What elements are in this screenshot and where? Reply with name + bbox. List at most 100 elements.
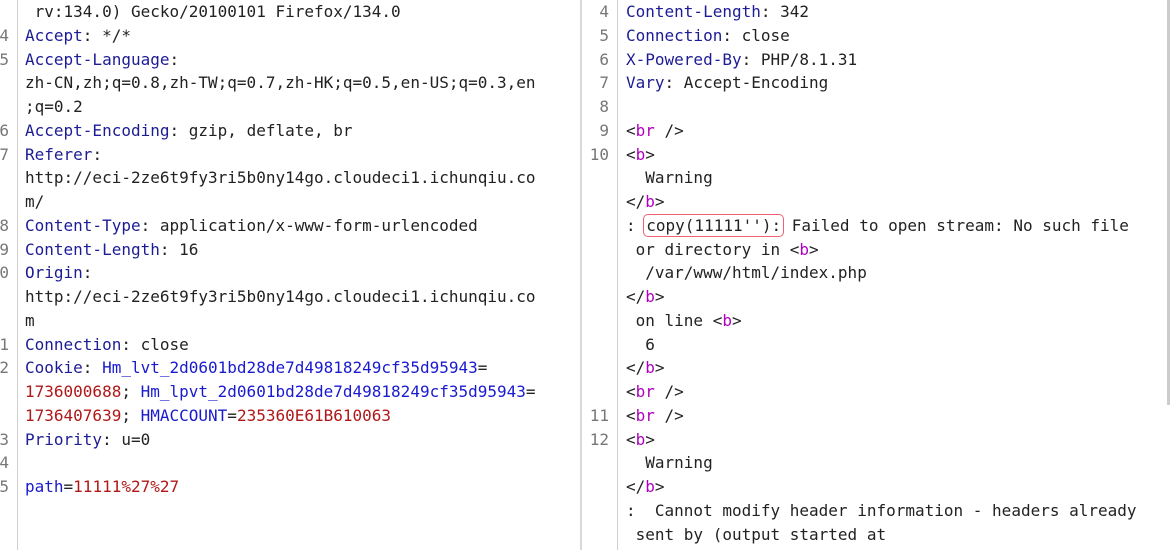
- request-editor[interactable]: rv:134.0) Gecko/20100101 Firefox/134.0 4 A…: [0, 0, 580, 550]
- line-text: Connection: close: [626, 24, 790, 48]
- line-text: <br />: [626, 404, 684, 428]
- code-line: 5 Connection: close: [582, 24, 1172, 48]
- token: =: [525, 382, 536, 401]
- code-line: sent by (output started at: [582, 523, 1172, 547]
- line-text: Content-Length: 342: [626, 0, 809, 24]
- token: b: [635, 429, 646, 449]
- response-viewer[interactable]: 4 Content-Length: 342 5 Connection: close 6 X…: [582, 0, 1172, 550]
- token: 235360E61B610063: [236, 405, 392, 425]
- code-line: 10 <b>: [582, 143, 1172, 167]
- token: =: [227, 405, 237, 425]
- line-text: 1736000688; Hm_lpvt_2d0601bd28de7d498182…: [25, 380, 536, 404]
- token: Accept-Language: [25, 49, 170, 69]
- code-line: zh-CN,zh;q=0.8,zh-TW;q=0.7,zh-HK;q=0.5,e…: [0, 71, 580, 95]
- token: sent by (output started at: [626, 524, 887, 544]
- line-text: Content-Length: 16: [25, 238, 198, 262]
- token: >: [731, 310, 742, 330]
- line-text: Warning: [626, 166, 712, 190]
- token: </: [626, 192, 646, 211]
- line-number: 4: [0, 25, 9, 45]
- token: path: [25, 477, 64, 496]
- line-number: 8: [599, 97, 609, 116]
- token: Accept: [25, 25, 83, 45]
- token: http://eci-2ze6t9fy3ri5b0ny14go.cloudeci…: [25, 168, 536, 188]
- line-text: Connection: close: [25, 333, 189, 357]
- line-number: 8: [0, 215, 9, 235]
- token: : */*: [82, 25, 131, 45]
- line-text: 6: [626, 333, 655, 357]
- line-number: 4: [599, 2, 609, 21]
- code-line: </b>: [582, 475, 1172, 499]
- token: Vary: [626, 73, 665, 93]
- token: />: [654, 405, 684, 425]
- token: b: [722, 310, 732, 330]
- token: http://eci-2ze6t9fy3ri5b0ny14go.cloudeci…: [25, 287, 536, 306]
- line-number: 11: [589, 405, 609, 425]
- token: </: [626, 287, 646, 306]
- token: Content-Length: [25, 239, 160, 259]
- code-line: rv:134.0) Gecko/20100101 Firefox/134.0: [0, 0, 580, 24]
- token: :: [82, 358, 103, 378]
- line-number: 10: [589, 144, 609, 164]
- code-line: 7 Referer:: [0, 143, 580, 167]
- token: <: [626, 405, 636, 425]
- code-line: </b>: [582, 190, 1172, 214]
- line-number: 2: [0, 358, 9, 378]
- code-line: 6: [582, 333, 1172, 357]
- code-line: </b>: [582, 356, 1172, 380]
- line-text: Origin:: [25, 261, 92, 285]
- line-text: sent by (output started at: [626, 523, 886, 547]
- line-number: 4: [0, 453, 9, 473]
- token: : close: [722, 25, 790, 45]
- token: Warning: [626, 453, 713, 473]
- token: 11111%27%27: [73, 477, 180, 496]
- line-number: 9: [0, 239, 9, 259]
- token: /var/www/html/index.php: [626, 263, 867, 283]
- token: X-Powered-By: [626, 49, 742, 69]
- line-text: 1736407639; HMACCOUNT=235360E61B610063: [25, 404, 391, 428]
- token: </: [626, 358, 646, 378]
- line-number: 9: [599, 120, 609, 140]
- token: b: [799, 239, 810, 259]
- token: </: [626, 477, 646, 496]
- code-line: 4 Accept: */*: [0, 24, 580, 48]
- code-line: 9 Content-Length: 16: [0, 238, 580, 262]
- code-line: 2 Cookie: Hm_lvt_2d0601bd28de7d49818249cf…: [0, 356, 580, 380]
- code-line: ;q=0.2: [0, 95, 580, 119]
- line-text: path=11111%27%27: [25, 475, 179, 499]
- token: : gzip, deflate, br: [169, 120, 353, 140]
- token: zh-CN,zh;q=0.8,zh-TW;q=0.7,zh-HK;q=0.5,e…: [25, 73, 536, 93]
- code-line: <br />: [582, 380, 1172, 404]
- line-text: X-Powered-By: PHP/8.1.31: [626, 48, 857, 72]
- token: br: [635, 382, 655, 401]
- line-text: /var/www/html/index.php: [626, 261, 867, 285]
- line-number: 1: [0, 334, 9, 354]
- line-number: 5: [0, 477, 9, 496]
- token: br: [635, 405, 655, 425]
- line-text: Accept: */*: [25, 24, 131, 48]
- line-number: 6: [0, 120, 9, 140]
- line-text: <br />: [626, 380, 684, 404]
- token: >: [645, 144, 655, 164]
- token: m: [25, 310, 35, 330]
- token: HMACCOUNT: [140, 405, 228, 425]
- token: Referer: [25, 144, 93, 164]
- code-line: 4 Content-Length: 342: [582, 0, 1172, 24]
- code-line: 12 <b>: [582, 428, 1172, 452]
- token: =: [477, 358, 488, 378]
- token: : 16: [159, 239, 199, 259]
- code-line: 7 Vary: Accept-Encoding: [582, 71, 1172, 95]
- token: Origin: [25, 263, 83, 283]
- code-line: 1 Connection: close: [0, 333, 580, 357]
- line-number: 12: [589, 429, 609, 449]
- token: m/: [25, 192, 45, 211]
- line-text: Accept-Language:: [25, 48, 179, 72]
- token: Connection: [626, 25, 723, 45]
- token: 1736407639: [25, 405, 122, 425]
- line-number: 3: [0, 429, 9, 449]
- code-line: http://eci-2ze6t9fy3ri5b0ny14go.cloudeci…: [0, 166, 580, 190]
- token: br: [635, 120, 655, 140]
- token: >: [645, 429, 655, 449]
- token: : 342: [760, 2, 810, 21]
- token: on line <: [626, 310, 723, 330]
